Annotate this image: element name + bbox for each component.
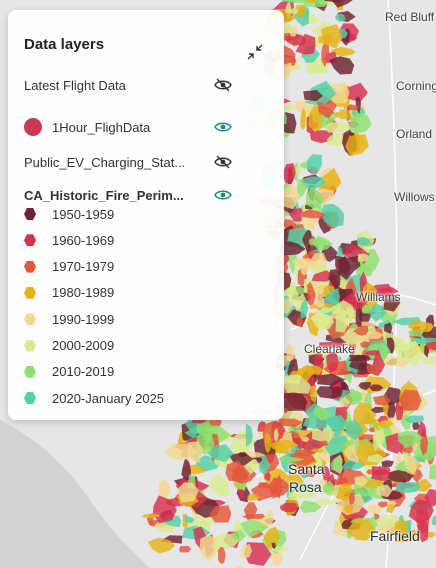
- map-label-orland: Orland: [396, 127, 433, 141]
- legend-label: 1980-1989: [52, 285, 115, 301]
- flight-point-symbol-icon: [24, 118, 42, 136]
- legend-swatch-icon: [24, 286, 36, 299]
- legend-item: 1990-1999: [24, 310, 114, 328]
- legend-label: 2000-2009: [52, 338, 115, 353]
- fire-perimeter-shape[interactable]: [324, 121, 350, 133]
- panel-title: Data layers: [24, 36, 105, 53]
- legend-label: 1970-1979: [52, 259, 115, 275]
- map-label-rosa: Rosa: [289, 479, 322, 495]
- legend-swatch-icon: [24, 392, 36, 405]
- legend-item: 1970-1979: [24, 258, 114, 276]
- legend-item: 1960-1969: [24, 231, 114, 249]
- collapse-arrows-icon[interactable]: [246, 43, 264, 61]
- legend-swatch-icon: [24, 365, 36, 378]
- legend-item: 2010-2019: [24, 363, 114, 381]
- legend-item: 1980-1989: [24, 284, 114, 302]
- eye-icon[interactable]: [214, 120, 232, 134]
- fire-perimeter-shape[interactable]: [429, 464, 436, 480]
- legend-label: 2010-2019: [52, 364, 115, 380]
- legend-label: 1960-1969: [52, 232, 115, 248]
- legend-item: 2020-January 2025: [24, 389, 164, 407]
- legend-swatch-icon: [24, 339, 36, 352]
- legend-item: 1950-1959: [24, 205, 114, 223]
- data-layers-panel: Data layers Latest Flight Data 1Hour_Flig…: [8, 10, 284, 420]
- eye-off-icon[interactable]: [214, 78, 232, 92]
- layer-label: CA_Historic_Fire_Perim...: [24, 187, 184, 203]
- legend-swatch-icon: [24, 234, 36, 247]
- legend-swatch-icon: [24, 260, 36, 273]
- legend-label: 1990-1999: [52, 311, 115, 327]
- layer-label: Public_EV_Charging_Stat...: [24, 154, 186, 170]
- legend-label: 2020-January 2025: [52, 390, 165, 406]
- map-label-red-bluff: Red Bluff: [385, 10, 435, 24]
- map-label-williams: Williams: [356, 290, 401, 304]
- eye-off-icon[interactable]: [214, 155, 232, 169]
- legend-item: 2000-2009: [24, 337, 114, 355]
- map-label-willows: Willows: [394, 190, 435, 204]
- map-label-clearlake: Clearlake: [304, 342, 355, 356]
- legend-label: 1950-1959: [52, 206, 115, 222]
- layer-label: Latest Flight Data: [24, 77, 126, 93]
- legend-swatch-icon: [24, 208, 36, 220]
- map-label-fairfield: Fairfield: [370, 528, 420, 544]
- map-label-corning: Corning: [396, 79, 436, 93]
- layer-label: 1Hour_FlighData: [52, 119, 151, 135]
- map-label-santa: Santa: [288, 461, 325, 477]
- eye-icon[interactable]: [214, 188, 232, 202]
- fire-perimeter-shape[interactable]: [396, 481, 421, 493]
- legend-swatch-icon: [24, 313, 36, 326]
